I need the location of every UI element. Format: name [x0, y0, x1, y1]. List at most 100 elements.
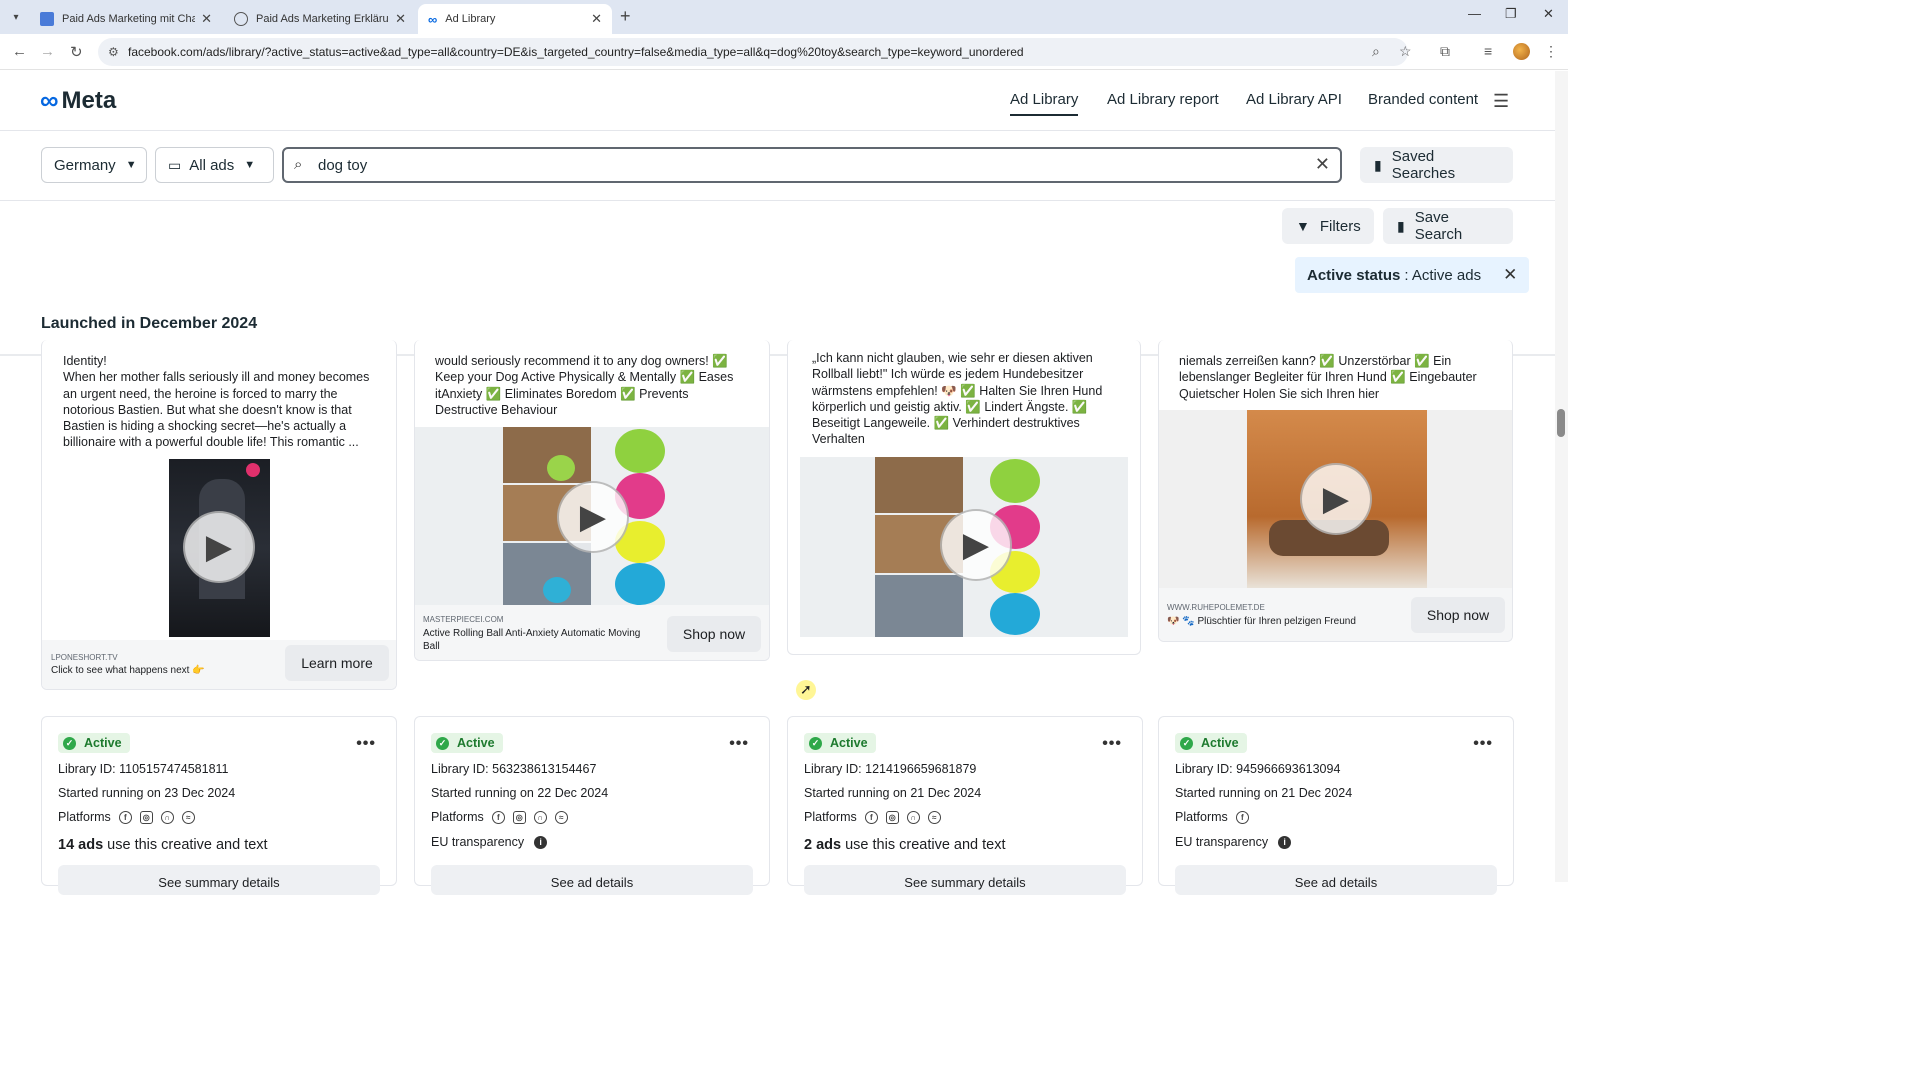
ad-preview-card: Identity! When her mother falls seriousl…	[41, 340, 397, 690]
clear-search-icon[interactable]: ✕	[1315, 154, 1330, 175]
back-arrow-icon[interactable]: ←	[12, 43, 27, 60]
see-ad-details-button[interactable]: See ad details	[431, 865, 753, 895]
chip-value: : Active ads	[1404, 266, 1482, 284]
ad-video-thumbnail[interactable]: ▶	[415, 427, 769, 605]
status-label: Active	[457, 736, 495, 750]
audience-network-icon: ∩	[533, 810, 547, 824]
close-window-icon[interactable]: ✕	[1543, 6, 1554, 22]
search-icon: ⌕	[294, 156, 303, 173]
globe-icon	[234, 12, 248, 26]
see-ad-details-button[interactable]: See ad details	[1175, 865, 1497, 895]
profile-avatar[interactable]	[1513, 43, 1530, 60]
reload-icon[interactable]: ↻	[70, 43, 83, 61]
eu-transparency[interactable]: EU transparency i	[431, 835, 548, 849]
ad-video-thumbnail[interactable]: ▶	[800, 457, 1128, 637]
play-icon[interactable]: ▶	[557, 481, 629, 553]
more-options-icon[interactable]: •••	[1102, 735, 1122, 753]
start-date: Started running on 23 Dec 2024	[58, 786, 236, 800]
shop-now-button[interactable]: Shop now	[1411, 597, 1505, 633]
monitor-icon: ▭	[168, 156, 182, 173]
country-select[interactable]: Germany ▼	[41, 147, 147, 183]
ad-listing-card: ✓ Active ••• Library ID: 1214196659681879…	[787, 716, 1143, 895]
check-circle-icon: ✓	[809, 736, 822, 750]
close-tab-icon[interactable]: ✕	[591, 11, 602, 27]
eu-transparency-label: EU transparency	[431, 835, 525, 849]
info-icon[interactable]: i	[1278, 835, 1292, 849]
ad-preview-card: „Ich kann nicht glauben, wie sehr er die…	[787, 340, 1141, 655]
platforms-label: Platforms	[431, 810, 484, 824]
messenger-icon: ≈	[554, 810, 568, 824]
ad-library-header: ∞ Meta Ad Library Ad Library report Ad L…	[0, 71, 1555, 131]
filters-button[interactable]: ▼ Filters	[1282, 208, 1374, 244]
ad-footer-text: Active Rolling Ball Anti-Anxiety Automat…	[423, 628, 641, 652]
bookmark-star-icon[interactable]: ☆	[1399, 43, 1412, 60]
library-id: Library ID: 1105157474581811	[58, 762, 229, 776]
mouse-cursor-highlight: ➚	[796, 680, 816, 700]
close-tab-icon[interactable]: ✕	[201, 11, 212, 27]
ad-video-thumbnail[interactable]: ▶	[1159, 410, 1512, 588]
url-field[interactable]: ⚙ facebook.com/ads/library/?active_statu…	[98, 38, 1408, 66]
page-scrollbar[interactable]	[1555, 71, 1568, 882]
green-ball	[615, 429, 665, 473]
restore-icon[interactable]: ❐	[1505, 6, 1517, 22]
browser-tab-3[interactable]: ∞ Ad Library ✕	[418, 4, 612, 34]
zoom-icon[interactable]: ⌕	[1372, 43, 1380, 60]
search-value: dog toy	[318, 156, 368, 174]
meta-logo[interactable]: ∞ Meta	[40, 85, 116, 116]
info-icon[interactable]: i	[534, 835, 548, 849]
more-options-icon[interactable]: •••	[356, 735, 376, 753]
play-icon[interactable]: ▶	[940, 509, 1012, 581]
shop-now-button[interactable]: Shop now	[667, 616, 761, 652]
new-tab-icon[interactable]: +	[620, 6, 631, 27]
caret-down-icon: ▼	[125, 159, 137, 171]
nav-ad-library-api[interactable]: Ad Library API	[1246, 91, 1342, 108]
green-ball	[547, 455, 575, 481]
play-icon[interactable]: ▶	[1300, 463, 1372, 535]
search-input[interactable]: ⌕ dog toy ✕	[282, 147, 1342, 183]
extensions-icon[interactable]: ⧉	[1440, 43, 1450, 60]
media-control-icon[interactable]: ≡	[1484, 43, 1492, 59]
status-label: Active	[1201, 736, 1239, 750]
ad-domain: LPONESHORT.TV	[51, 653, 118, 662]
active-status-chip: Active status : Active ads ✕	[1295, 257, 1530, 293]
nav-ad-library[interactable]: Ad Library	[1010, 91, 1079, 116]
eu-transparency[interactable]: EU transparency i	[1175, 835, 1292, 849]
nav-branded-content[interactable]: Branded content	[1368, 91, 1478, 108]
see-summary-details-button[interactable]: See summary details	[58, 865, 380, 895]
browser-tab-1[interactable]: Paid Ads Marketing mit ChatGPT ✕	[30, 4, 222, 34]
ad-type-select[interactable]: ▭ All ads ▼	[155, 147, 274, 183]
more-options-icon[interactable]: •••	[1473, 735, 1493, 753]
see-summary-details-button[interactable]: See summary details	[804, 865, 1126, 895]
more-options-icon[interactable]: •••	[729, 735, 749, 753]
remove-filter-icon[interactable]: ✕	[1503, 265, 1517, 285]
tab-search-chevron-icon[interactable]: ▾	[6, 7, 26, 27]
platforms-label: Platforms	[58, 810, 111, 824]
ad-video-thumbnail[interactable]: ▶	[169, 459, 270, 637]
ad-listing-card: ✓ Active ••• Library ID: 563238613154467 …	[414, 716, 770, 895]
blue-ball	[990, 593, 1040, 635]
hamburger-menu-icon[interactable]: ☰	[1493, 91, 1509, 112]
saved-searches-button[interactable]: ▮ Saved Searches	[1360, 147, 1513, 183]
forward-arrow-icon[interactable]: →	[40, 43, 55, 60]
ads-count: 2 ads use this creative and text	[804, 837, 1006, 853]
close-tab-icon[interactable]: ✕	[395, 11, 406, 27]
saved-searches-label: Saved Searches	[1391, 148, 1456, 182]
dog-photo	[503, 427, 591, 483]
save-search-button[interactable]: ▮ Save Search	[1383, 208, 1513, 244]
meta-wordmark: Meta	[61, 86, 117, 114]
minimize-icon[interactable]: —	[1468, 6, 1481, 21]
blue-ball	[543, 577, 571, 603]
site-settings-icon[interactable]: ⚙	[108, 45, 119, 59]
address-toolbar: ← → ↻ ⚙ facebook.com/ads/library/?active…	[0, 34, 1568, 70]
nav-ad-library-report[interactable]: Ad Library report	[1107, 91, 1219, 108]
play-icon[interactable]: ▶	[183, 511, 255, 583]
scrollbar-thumb[interactable]	[1557, 409, 1565, 437]
messenger-icon: ≈	[181, 810, 195, 824]
browser-tab-2[interactable]: Paid Ads Marketing Erklärung ✕	[224, 4, 416, 34]
learn-more-button[interactable]: Learn more	[285, 645, 389, 681]
facebook-icon: f	[1235, 810, 1249, 824]
bookmark-icon: ▮	[1374, 156, 1382, 173]
filters-label: Filters	[1319, 217, 1361, 235]
browser-menu-icon[interactable]: ⋮	[1544, 43, 1558, 60]
audience-network-icon: ∩	[906, 810, 920, 824]
